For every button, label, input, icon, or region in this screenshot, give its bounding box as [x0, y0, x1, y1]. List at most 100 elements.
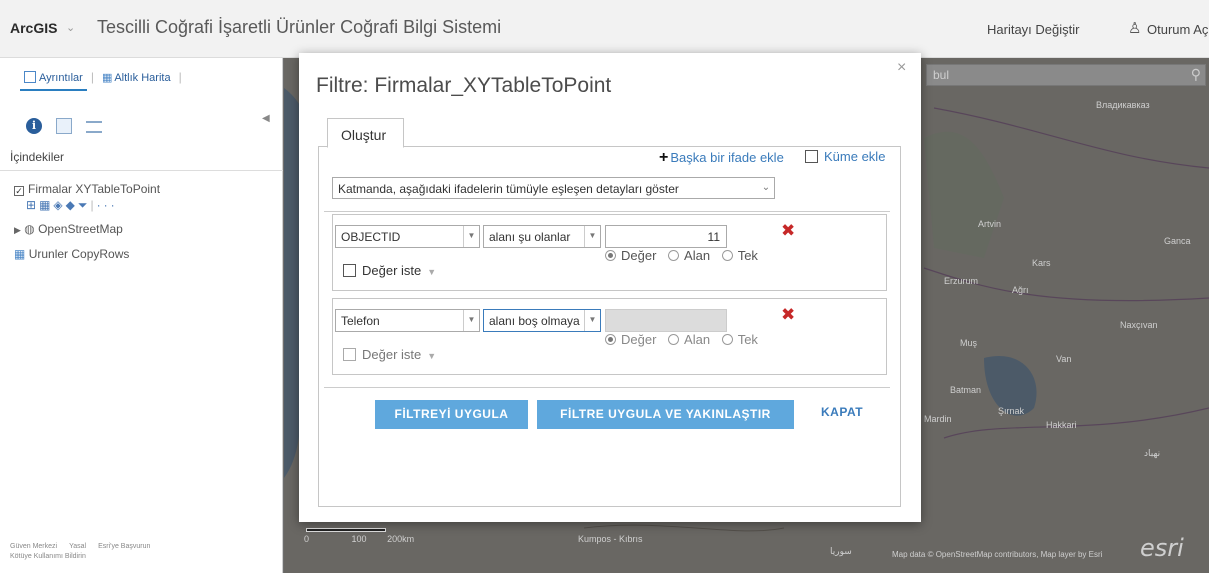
- close-icon[interactable]: ×: [897, 59, 906, 77]
- map-label: Naxçıvan: [1120, 320, 1158, 330]
- scale-bar: [306, 528, 386, 532]
- search-placeholder: bul: [933, 68, 950, 82]
- operator-select[interactable]: alanı boş olmaya ▼: [483, 309, 601, 332]
- map-label: Владикавказ: [1096, 100, 1150, 110]
- radio-value[interactable]: [605, 334, 616, 345]
- divider: [324, 387, 890, 388]
- tab-basemap-label: Altlık Harita: [114, 72, 171, 84]
- value-input[interactable]: 11: [605, 225, 727, 248]
- tab-basemap[interactable]: ▦ Altlık Harita: [98, 66, 175, 89]
- left-panel-tabs: Ayrıntılar | ▦ Altlık Harita |: [20, 66, 186, 94]
- layer-item-urunler[interactable]: ▦ Urunler CopyRows: [14, 247, 129, 261]
- globe-icon: ◍: [24, 222, 35, 236]
- map-attribution: Map data © OpenStreetMap contributors, M…: [892, 550, 1103, 559]
- basemap-grid-icon: ▦: [101, 72, 113, 84]
- value-type-radios: Değer Alan Tek: [597, 248, 758, 263]
- attribute-table-icon[interactable]: ⊞: [26, 198, 39, 212]
- legal-link[interactable]: Yasal: [69, 543, 86, 550]
- map-label: Ağrı: [1012, 285, 1029, 295]
- map-label: Kars: [1032, 258, 1051, 268]
- contact-esri-link[interactable]: Esri'ye Başvurun: [98, 543, 150, 550]
- tab-details[interactable]: Ayrıntılar: [20, 66, 87, 91]
- remove-expression-icon[interactable]: ✖: [781, 221, 795, 241]
- info-icon[interactable]: i: [26, 118, 42, 134]
- app-title: Tescilli Coğrafi İşaretli Ürünler Coğraf…: [97, 17, 502, 37]
- tab-divider: |: [90, 70, 94, 84]
- search-box[interactable]: bul ⚲: [926, 64, 1206, 86]
- contents-heading: İçindekiler: [10, 150, 65, 164]
- add-set-option[interactable]: Küme ekle: [805, 149, 885, 164]
- apply-and-zoom-button[interactable]: FİLTRE UYGULA VE YAKINLAŞTIR: [537, 400, 794, 429]
- collapse-panel-icon[interactable]: ◀: [262, 113, 270, 124]
- add-set-checkbox[interactable]: [805, 150, 818, 163]
- search-icon[interactable]: ⚲: [1191, 66, 1201, 83]
- ask-values-checkbox[interactable]: [343, 264, 356, 277]
- remove-expression-icon[interactable]: ✖: [781, 305, 795, 325]
- map-label: نهباد: [1144, 448, 1161, 458]
- report-abuse-link[interactable]: Kötüye Kullanımı Bildirin: [10, 553, 86, 560]
- apply-filter-button[interactable]: FİLTREYİ UYGULA: [375, 400, 528, 429]
- field-value: Telefon: [341, 314, 380, 328]
- field-select[interactable]: OBJECTID ▼: [335, 225, 480, 248]
- panel-view-icons: i: [26, 118, 116, 134]
- close-button[interactable]: KAPAT: [821, 405, 863, 419]
- contents-icon[interactable]: [56, 118, 72, 134]
- analysis-icon[interactable]: ◆: [66, 198, 78, 212]
- add-expression-link[interactable]: + Başka bir ifade ekle: [659, 149, 784, 167]
- chevron-down-icon: ▼: [463, 310, 479, 331]
- sign-in-link[interactable]: Oturum Aç: [1147, 22, 1208, 37]
- chevron-down-icon: ▼: [463, 226, 479, 247]
- trust-center-link[interactable]: Güven Merkezi: [10, 543, 57, 550]
- operator-value: alanı şu olanlar: [489, 230, 571, 244]
- operator-select[interactable]: alanı şu olanlar ▼: [483, 225, 601, 248]
- radio-label: Tek: [737, 332, 758, 347]
- tab-create[interactable]: Oluştur: [327, 118, 404, 148]
- ask-values-option[interactable]: Değer iste ▼: [343, 347, 436, 362]
- layer-visibility-checkbox[interactable]: ✓: [14, 186, 24, 196]
- more-options-icon[interactable]: ···: [97, 198, 118, 212]
- user-icon[interactable]: ♙: [1128, 19, 1141, 37]
- value-type-radios: Değer Alan Tek: [597, 332, 758, 347]
- ask-values-checkbox[interactable]: [343, 348, 356, 361]
- map-label: Van: [1056, 354, 1072, 364]
- map-label: Mardin: [924, 414, 952, 424]
- table-icon[interactable]: ▦: [39, 198, 53, 212]
- match-mode-value: Katmanda, aşağıdaki ifadelerin tümüyle e…: [338, 182, 679, 196]
- radio-field[interactable]: [668, 250, 680, 261]
- legend-icon[interactable]: [86, 121, 102, 133]
- field-select[interactable]: Telefon ▼: [335, 309, 480, 332]
- details-icon: [24, 71, 36, 83]
- change-map-link[interactable]: Haritayı Değiştir: [987, 22, 1079, 37]
- app-header: ArcGIS ⌄ Tescilli Coğrafi İşaretli Ürünl…: [0, 0, 1209, 58]
- table-icon: ▦: [14, 247, 26, 261]
- map-label: Muş: [960, 338, 978, 348]
- radio-unique[interactable]: [721, 334, 733, 345]
- layer-item-openstreetmap[interactable]: ▶ ◍ OpenStreetMap: [14, 222, 123, 236]
- radio-field[interactable]: [668, 334, 680, 345]
- map-label: Hakkari: [1046, 420, 1077, 430]
- radio-value[interactable]: [605, 250, 616, 261]
- map-label: Kumpos - Kıbrıs: [578, 534, 643, 544]
- style-icon[interactable]: ◈: [53, 198, 65, 212]
- chevron-down-icon[interactable]: ⌄: [66, 21, 75, 34]
- layer-tools: ⊞▦◈◆⏷|···: [26, 198, 118, 213]
- map-label: Şırnak: [998, 406, 1025, 416]
- layer-name: OpenStreetMap: [38, 222, 123, 236]
- radio-unique[interactable]: [721, 250, 733, 261]
- dropdown-triangle-icon[interactable]: ▼: [427, 267, 436, 277]
- filter-icon[interactable]: ⏷: [78, 198, 91, 212]
- arcgis-logo[interactable]: ArcGIS: [10, 20, 57, 36]
- ask-values-option[interactable]: Değer iste ▼: [343, 263, 436, 278]
- chevron-down-icon: ▼: [584, 226, 600, 247]
- map-label: سوريا: [830, 546, 852, 556]
- plus-icon: +: [659, 149, 669, 166]
- scale-label: 200km: [387, 534, 415, 544]
- match-mode-select[interactable]: Katmanda, aşağıdaki ifadelerin tümüyle e…: [332, 177, 775, 199]
- field-value: OBJECTID: [341, 230, 401, 244]
- expand-arrow-icon[interactable]: ▶: [14, 225, 21, 235]
- value-input[interactable]: [605, 309, 727, 332]
- layer-item-firmalar[interactable]: ✓ Firmalar XYTableToPoint: [14, 182, 160, 196]
- footer-links: Güven Merkezi Yasal Esri'ye Başvurun Kötüy…: [10, 542, 162, 562]
- dropdown-triangle-icon[interactable]: ▼: [427, 351, 436, 361]
- layer-name: Urunler CopyRows: [28, 247, 130, 261]
